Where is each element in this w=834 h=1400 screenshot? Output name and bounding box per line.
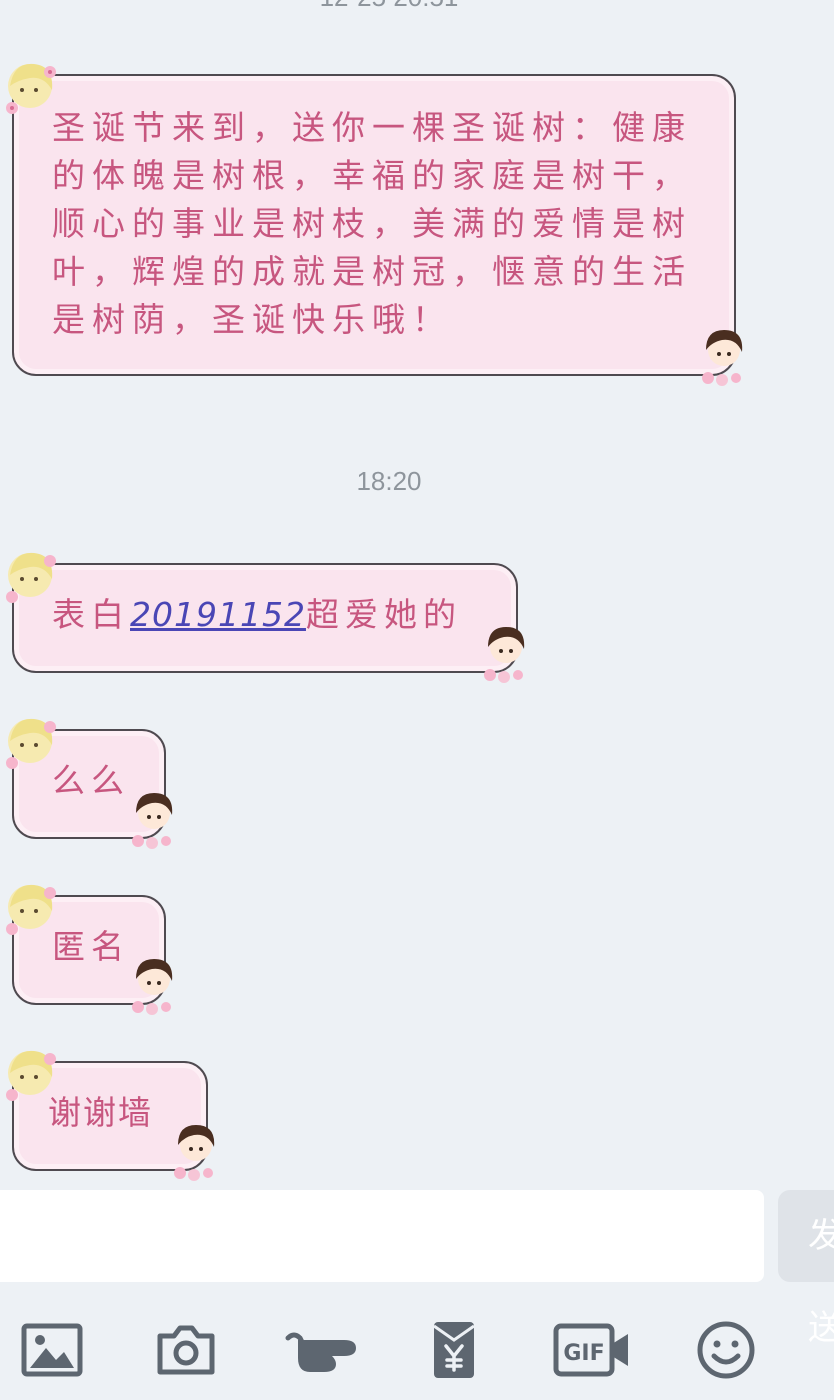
red-packet-icon[interactable]: [422, 1318, 486, 1382]
message-text: 圣诞节来到，送你一棵圣诞树：健康的体魄是树根，幸福的家庭是树干，顺心的事业是树枝…: [52, 108, 692, 339]
message-bubble[interactable]: 圣诞节来到，送你一棵圣诞树：健康的体魄是树根，幸福的家庭是树干，顺心的事业是树枝…: [12, 74, 736, 376]
bubble-boy-decoration-icon: [702, 330, 743, 386]
message-text: 匿名: [52, 927, 130, 966]
bubble-girl-decoration-icon: [6, 63, 56, 114]
chat-screen: 12-25 20:51 圣诞节来到，送你一棵圣诞树：健康的体魄是树根，幸福的家庭…: [0, 0, 834, 1400]
svg-text:GIF: GIF: [563, 1341, 604, 1366]
message-text: 表白20191152超爱她的: [52, 591, 482, 639]
bubble-boy-decoration-icon: [484, 627, 525, 683]
message-text-prefix: 表白: [52, 595, 130, 634]
timestamp: 18:20: [356, 466, 422, 496]
timestamp: 12-25 20:51: [0, 0, 778, 13]
emoji-icon[interactable]: [694, 1318, 758, 1382]
bubble-girl-decoration-icon: [6, 884, 56, 935]
message-input[interactable]: [0, 1190, 764, 1282]
gif-icon[interactable]: GIF: [552, 1318, 632, 1382]
image-icon[interactable]: [20, 1318, 84, 1382]
message-text: 谢谢墙: [48, 1093, 153, 1132]
bubble-boy-decoration-icon: [132, 959, 173, 1015]
bubble-boy-decoration-icon: [174, 1125, 215, 1181]
composer: 发送: [0, 1190, 834, 1348]
camera-icon[interactable]: [154, 1318, 218, 1382]
number-link[interactable]: 20191152: [130, 595, 306, 634]
input-toolbar: GIF: [0, 1290, 834, 1400]
message-text: 么么: [52, 761, 130, 800]
message-bubble[interactable]: 表白20191152超爱她的: [12, 563, 518, 673]
bubble-girl-decoration-icon: [6, 552, 56, 603]
bubble-girl-decoration-icon: [6, 718, 56, 769]
message-text-suffix: 超爱她的: [305, 595, 462, 634]
bubble-boy-decoration-icon: [132, 793, 173, 849]
poke-icon[interactable]: [284, 1318, 364, 1382]
bubble-girl-decoration-icon: [6, 1050, 56, 1101]
send-button[interactable]: 发送: [778, 1190, 834, 1348]
